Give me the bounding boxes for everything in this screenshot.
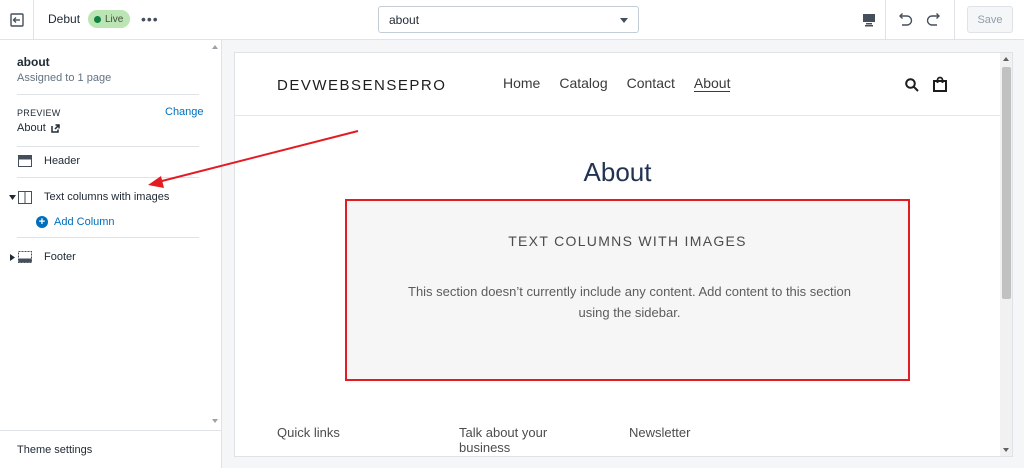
- toolbar-divider: [954, 0, 955, 40]
- scroll-down-icon[interactable]: [1003, 448, 1009, 452]
- add-column-button[interactable]: + Add Column: [36, 216, 115, 228]
- sidebar-scrollbar[interactable]: [209, 40, 221, 428]
- live-status-text: Live: [105, 13, 124, 25]
- section-label: Footer: [44, 251, 76, 263]
- template-assignment: Assigned to 1 page: [17, 72, 112, 84]
- footer-newsletter: Newsletter: [629, 425, 691, 440]
- nav-link-home[interactable]: Home: [503, 75, 540, 92]
- page-template-select[interactable]: about: [378, 6, 639, 33]
- save-button[interactable]: Save: [967, 6, 1013, 33]
- text-columns-placeholder-section[interactable]: TEXT COLUMNS WITH IMAGES This section do…: [345, 199, 910, 381]
- divider: [17, 177, 199, 178]
- template-title: about: [17, 55, 50, 69]
- scroll-up-icon[interactable]: [1003, 57, 1009, 61]
- live-dot-icon: [94, 15, 101, 23]
- desktop-icon: [862, 14, 875, 27]
- section-heading: TEXT COLUMNS WITH IMAGES: [508, 233, 747, 249]
- header-icon: [18, 155, 40, 167]
- section-text-columns-with-images[interactable]: Text columns with images: [6, 185, 202, 209]
- divider: [17, 237, 199, 238]
- caret-down-icon[interactable]: [6, 194, 18, 200]
- footer-quick-links: Quick links: [277, 425, 340, 440]
- exit-icon: [9, 13, 24, 27]
- store-preview: DEVWEBSENSEPRO Home Catalog Contact Abou…: [234, 52, 1013, 457]
- scroll-up-icon[interactable]: [212, 45, 218, 49]
- nav-link-about[interactable]: About: [693, 75, 731, 92]
- editor-top-bar: Debut Live ••• about Save: [0, 0, 1024, 40]
- columns-icon: [18, 190, 40, 204]
- preview-page-name: About: [17, 122, 46, 134]
- preview-scrollbar[interactable]: [1000, 53, 1012, 456]
- footer-icon: [18, 251, 40, 263]
- page-select-value: about: [389, 13, 420, 27]
- undo-button[interactable]: [896, 10, 914, 33]
- redo-button[interactable]: [925, 10, 943, 33]
- exit-editor-button[interactable]: [0, 0, 34, 40]
- section-label: Header: [44, 155, 81, 167]
- page-heading: About: [583, 157, 652, 187]
- live-status-badge: Live: [88, 10, 131, 28]
- store-logo[interactable]: DEVWEBSENSEPRO: [277, 77, 446, 94]
- scrollbar-thumb[interactable]: [1002, 67, 1011, 299]
- plus-circle-icon: +: [36, 216, 48, 228]
- divider: [17, 94, 199, 95]
- search-icon[interactable]: [905, 78, 919, 97]
- header-divider: [235, 115, 1000, 116]
- add-column-label: Add Column: [54, 216, 115, 228]
- theme-settings-button[interactable]: Theme settings: [0, 430, 222, 468]
- external-link-icon: [51, 123, 60, 133]
- cart-icon[interactable]: [933, 76, 947, 97]
- section-label: Text columns with images: [44, 191, 170, 203]
- more-actions-button[interactable]: •••: [141, 10, 159, 28]
- section-empty-text: This section doesn’t currently include a…: [408, 284, 851, 320]
- section-footer[interactable]: Footer: [6, 245, 202, 269]
- store-nav: Home Catalog Contact About: [503, 75, 731, 92]
- preview-page-link[interactable]: About: [17, 122, 60, 134]
- redo-icon: [926, 13, 940, 26]
- device-preview-button[interactable]: [852, 0, 886, 40]
- theme-name: Debut: [48, 12, 81, 26]
- chevron-down-icon: [620, 18, 628, 23]
- caret-right-icon[interactable]: [6, 253, 18, 261]
- undo-icon: [899, 13, 913, 26]
- change-preview-link[interactable]: Change: [165, 106, 204, 118]
- preview-label: PREVIEW: [17, 108, 61, 118]
- nav-link-contact[interactable]: Contact: [627, 75, 675, 92]
- footer-talk-about-business: Talk about your business: [459, 425, 548, 455]
- section-header[interactable]: Header: [6, 149, 202, 173]
- scroll-down-icon[interactable]: [212, 419, 218, 423]
- nav-link-catalog[interactable]: Catalog: [559, 75, 607, 92]
- divider: [17, 146, 199, 147]
- editor-sidebar: about Assigned to 1 page PREVIEW Change …: [0, 40, 222, 468]
